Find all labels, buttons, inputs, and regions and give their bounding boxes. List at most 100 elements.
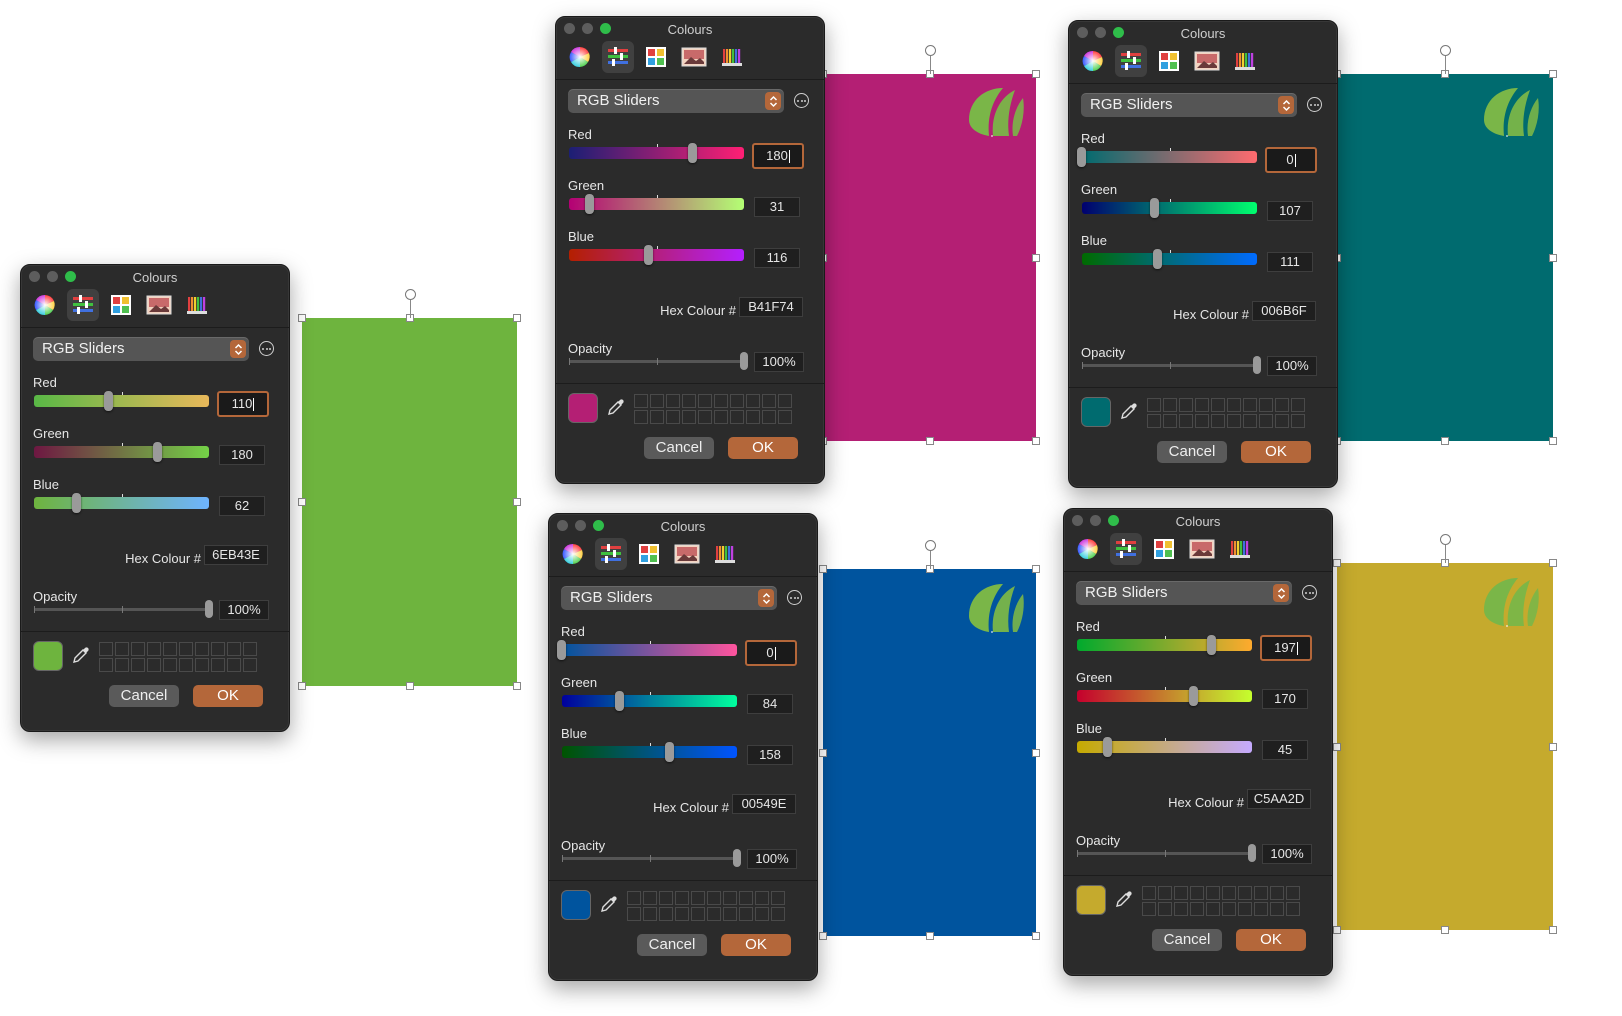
empty-swatch[interactable] bbox=[682, 394, 696, 408]
image-palettes-icon[interactable] bbox=[671, 538, 703, 570]
image-palettes-icon[interactable] bbox=[1186, 533, 1218, 565]
empty-swatch[interactable] bbox=[778, 410, 792, 424]
color-sliders-icon[interactable] bbox=[1115, 45, 1147, 77]
opacity-value-field[interactable]: 100% bbox=[1267, 356, 1317, 376]
empty-swatch[interactable] bbox=[1179, 414, 1193, 428]
green-slider-thumb[interactable] bbox=[614, 691, 624, 711]
ok-button[interactable]: OK bbox=[1236, 929, 1306, 951]
empty-swatch[interactable] bbox=[147, 658, 161, 672]
blue-value-field[interactable]: 158 bbox=[747, 745, 793, 765]
red-value-field[interactable]: 0 bbox=[1265, 147, 1317, 173]
ok-button[interactable]: OK bbox=[1241, 441, 1311, 463]
color-sliders-icon[interactable] bbox=[595, 538, 627, 570]
opacity-slider[interactable] bbox=[569, 352, 748, 370]
red-slider[interactable] bbox=[557, 640, 737, 660]
empty-swatch[interactable] bbox=[1211, 398, 1225, 412]
empty-swatch[interactable] bbox=[1270, 886, 1284, 900]
color-wheel-icon[interactable] bbox=[564, 41, 596, 73]
empty-swatch[interactable] bbox=[115, 658, 129, 672]
more-options-icon[interactable] bbox=[259, 341, 274, 356]
empty-swatch[interactable] bbox=[682, 410, 696, 424]
resize-handle[interactable] bbox=[405, 682, 414, 690]
title-bar[interactable]: Colours bbox=[556, 17, 824, 39]
empty-swatch[interactable] bbox=[1291, 398, 1305, 412]
color-wheel-icon[interactable] bbox=[29, 289, 61, 321]
empty-swatch[interactable] bbox=[714, 410, 728, 424]
empty-swatch[interactable] bbox=[691, 907, 705, 921]
empty-swatch[interactable] bbox=[691, 891, 705, 905]
canvas-rectangle[interactable] bbox=[302, 318, 517, 686]
red-value-field[interactable]: 110 bbox=[217, 391, 269, 417]
color-palettes-icon[interactable] bbox=[105, 289, 137, 321]
resize-handle[interactable] bbox=[1549, 437, 1557, 445]
rotate-handle-icon[interactable] bbox=[1440, 45, 1451, 56]
empty-swatch[interactable] bbox=[643, 891, 657, 905]
opacity-slider-thumb[interactable] bbox=[205, 600, 213, 618]
green-slider-thumb[interactable] bbox=[1150, 198, 1160, 218]
empty-swatch[interactable] bbox=[1254, 902, 1268, 916]
empty-swatch[interactable] bbox=[771, 891, 785, 905]
empty-swatch[interactable] bbox=[1222, 902, 1236, 916]
title-bar[interactable]: Colours bbox=[21, 265, 289, 287]
empty-swatch[interactable] bbox=[1211, 414, 1225, 428]
current-colour-well[interactable] bbox=[1081, 397, 1111, 427]
current-colour-well[interactable] bbox=[561, 890, 591, 920]
more-options-icon[interactable] bbox=[794, 93, 809, 108]
red-slider[interactable] bbox=[569, 143, 744, 163]
empty-swatch[interactable] bbox=[723, 891, 737, 905]
mode-select[interactable]: RGB Sliders bbox=[561, 586, 777, 610]
empty-swatch[interactable] bbox=[1291, 414, 1305, 428]
empty-swatch[interactable] bbox=[227, 642, 241, 656]
green-value-field[interactable]: 31 bbox=[754, 197, 800, 217]
red-value-field[interactable]: 180 bbox=[752, 143, 804, 169]
cancel-button[interactable]: Cancel bbox=[644, 437, 714, 459]
empty-swatch[interactable] bbox=[762, 410, 776, 424]
red-value-field[interactable]: 0 bbox=[745, 640, 797, 666]
empty-swatch[interactable] bbox=[1142, 886, 1156, 900]
empty-swatch[interactable] bbox=[243, 642, 257, 656]
empty-swatch[interactable] bbox=[707, 891, 721, 905]
hex-colour-field[interactable]: C5AA2D bbox=[1247, 789, 1311, 809]
empty-swatch[interactable] bbox=[707, 907, 721, 921]
opacity-value-field[interactable]: 100% bbox=[1262, 844, 1312, 864]
empty-swatch[interactable] bbox=[1275, 398, 1289, 412]
green-slider-thumb[interactable] bbox=[585, 194, 595, 214]
color-wheel-icon[interactable] bbox=[1072, 533, 1104, 565]
empty-swatch[interactable] bbox=[714, 394, 728, 408]
opacity-value-field[interactable]: 100% bbox=[747, 849, 797, 869]
color-palettes-icon[interactable] bbox=[1148, 533, 1180, 565]
resize-handle[interactable] bbox=[1549, 742, 1557, 751]
mode-select[interactable]: RGB Sliders bbox=[1076, 581, 1292, 605]
empty-swatch[interactable] bbox=[1163, 414, 1177, 428]
empty-swatch[interactable] bbox=[115, 642, 129, 656]
green-slider[interactable] bbox=[569, 194, 744, 214]
empty-swatch[interactable] bbox=[1190, 902, 1204, 916]
empty-swatch[interactable] bbox=[1174, 886, 1188, 900]
color-wheel-icon[interactable] bbox=[557, 538, 589, 570]
empty-swatch[interactable] bbox=[675, 891, 689, 905]
empty-swatch[interactable] bbox=[99, 642, 113, 656]
rotate-handle-icon[interactable] bbox=[1440, 534, 1451, 545]
opacity-slider-thumb[interactable] bbox=[1253, 356, 1261, 374]
green-value-field[interactable]: 170 bbox=[1262, 689, 1308, 709]
eyedropper-icon[interactable] bbox=[599, 894, 619, 917]
color-sliders-icon[interactable] bbox=[67, 289, 99, 321]
hex-colour-field[interactable]: 6EB43E bbox=[204, 545, 268, 565]
resize-handle[interactable] bbox=[819, 748, 827, 757]
cancel-button[interactable]: Cancel bbox=[1157, 441, 1227, 463]
blue-value-field[interactable]: 116 bbox=[754, 248, 800, 268]
empty-swatch[interactable] bbox=[634, 394, 648, 408]
eyedropper-icon[interactable] bbox=[1119, 401, 1139, 424]
resize-handle[interactable] bbox=[1549, 559, 1557, 567]
green-slider[interactable] bbox=[1082, 198, 1257, 218]
cancel-button[interactable]: Cancel bbox=[1152, 929, 1222, 951]
empty-swatch[interactable] bbox=[666, 410, 680, 424]
green-slider[interactable] bbox=[34, 442, 209, 462]
resize-handle[interactable] bbox=[1549, 926, 1557, 934]
opacity-slider-thumb[interactable] bbox=[1248, 844, 1256, 862]
resize-handle[interactable] bbox=[1333, 926, 1341, 934]
blue-slider-thumb[interactable] bbox=[1102, 737, 1112, 757]
resize-handle[interactable] bbox=[513, 498, 521, 506]
red-slider-thumb[interactable] bbox=[1077, 147, 1086, 167]
resize-handle[interactable] bbox=[819, 565, 827, 573]
